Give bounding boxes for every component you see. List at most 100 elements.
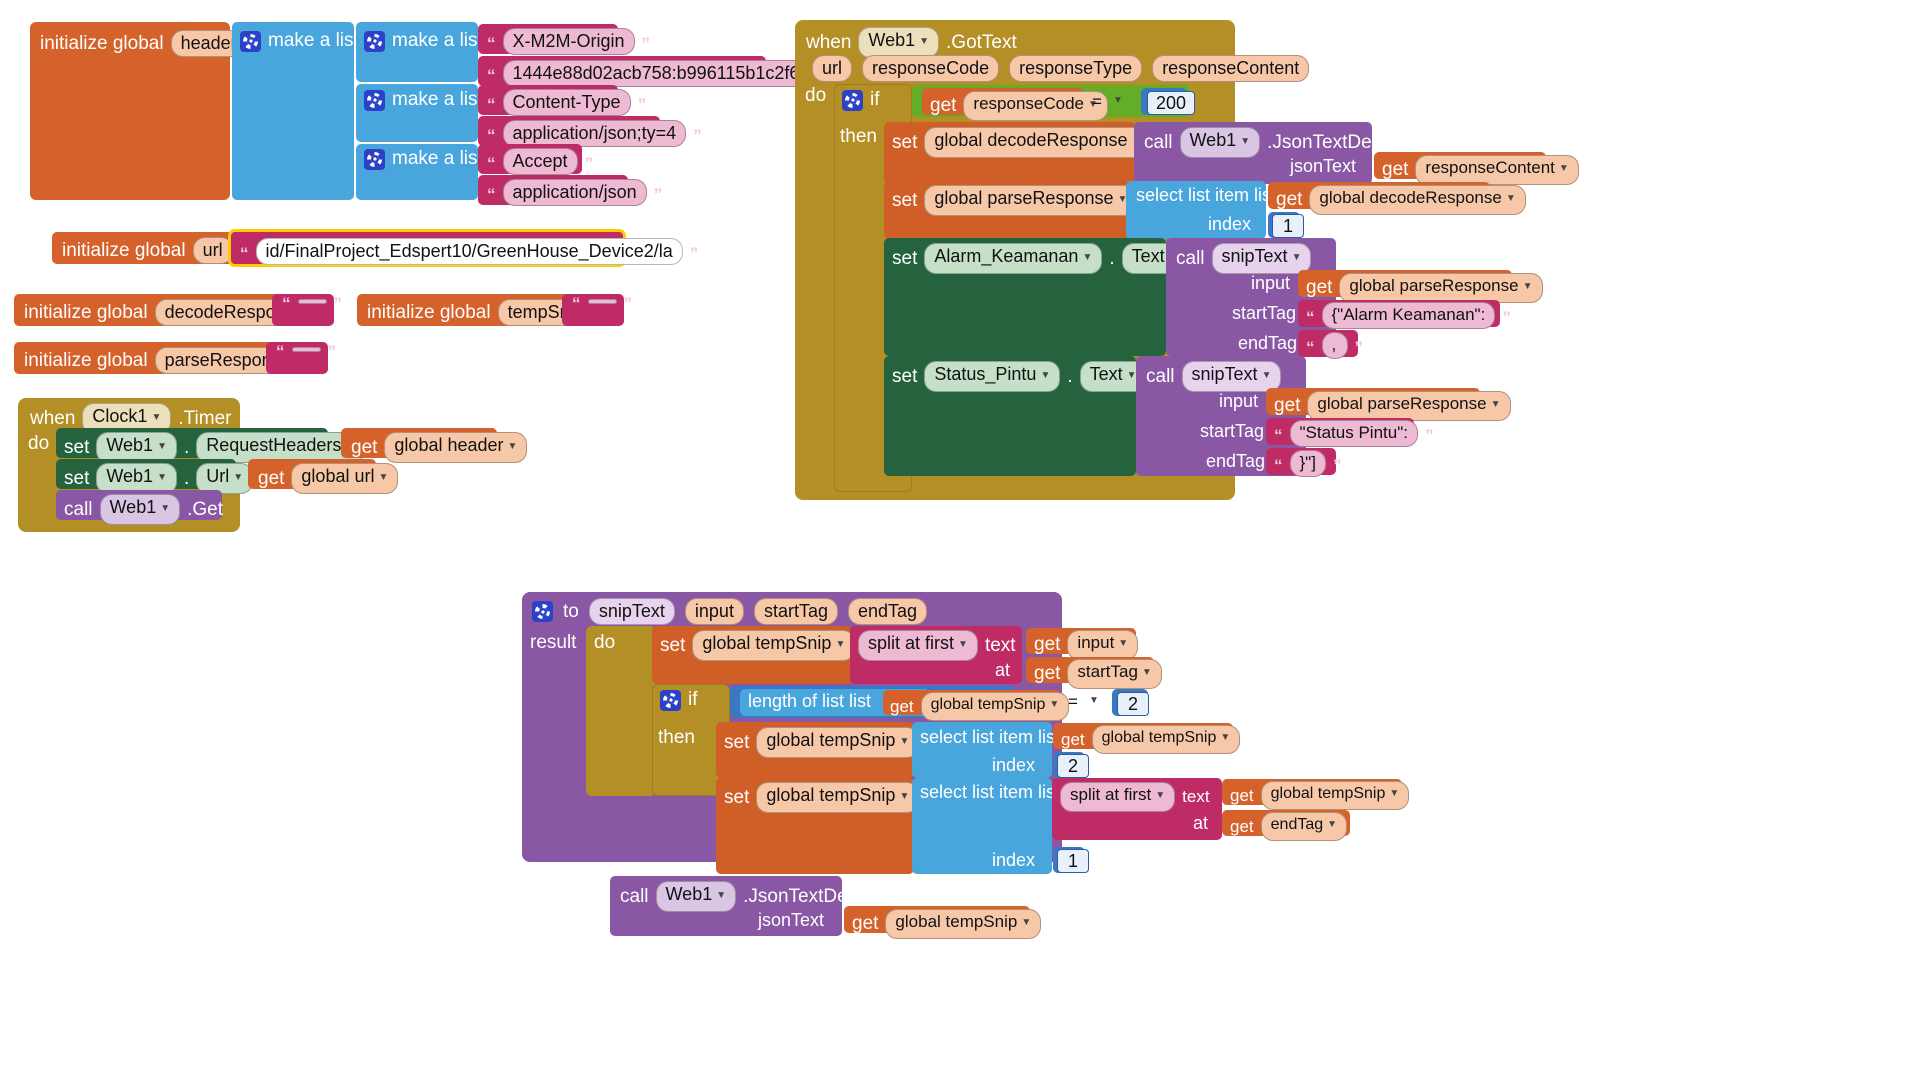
global-parseresponse-dropdown[interactable]: global parseResponse ▼: [1307, 391, 1511, 421]
mutator-gear-icon[interactable]: [532, 601, 553, 622]
initialize-global-label: initialize global: [62, 239, 186, 261]
text-value-tempsnip[interactable]: [587, 299, 617, 304]
global-name-url[interactable]: url: [192, 237, 233, 264]
chevron-down-icon: ▼: [1082, 252, 1093, 263]
text-value-decoderesponse[interactable]: [297, 299, 327, 304]
chevron-down-icon: ▼: [1040, 370, 1051, 381]
param-responsecontent[interactable]: responseContent: [1152, 55, 1310, 82]
text-value-origin-key[interactable]: 1444e88d02acb758:b996115b1c2f6f0f: [502, 60, 830, 87]
endtag-arg-label-2: endTag: [1206, 451, 1266, 471]
text-row-url-value: “ id/FinalProject_Edspert10/GreenHouse_D…: [240, 238, 698, 265]
text-value-application-json-ty[interactable]: application/json;ty=4: [502, 120, 687, 147]
global-tempsnip-dropdown[interactable]: global tempSnip ▼: [692, 630, 856, 661]
endtag-param-dropdown[interactable]: endTag ▼: [1260, 812, 1348, 841]
split-at-first-label: split at first: [868, 633, 955, 653]
inner-if-header-row: if: [660, 689, 698, 711]
mutator-gear-icon[interactable]: [364, 89, 385, 111]
global-tempsnip-label: global tempSnip: [766, 785, 896, 805]
mutator-gear-icon[interactable]: [842, 89, 863, 111]
number-200-value[interactable]: 200: [1147, 91, 1196, 115]
chevron-down-icon: ▼: [1505, 193, 1516, 204]
text-value-x-m2m-origin[interactable]: X-M2M-Origin: [502, 28, 635, 55]
inner-equals-operator-dropdown[interactable]: = ▼: [1068, 692, 1099, 712]
call-label: call: [620, 885, 649, 907]
proc-param-starttag[interactable]: startTag: [753, 598, 838, 625]
text-value-content-type[interactable]: Content-Type: [502, 89, 631, 116]
text-row-application-json: “ application/json ”: [487, 179, 662, 206]
number-index-2-value[interactable]: 2: [1057, 754, 1089, 778]
chevron-down-icon: ▼: [1155, 790, 1166, 801]
text-value-parseresponse[interactable]: [291, 347, 321, 352]
number-index-1-value[interactable]: 1: [1272, 214, 1304, 238]
web1-event-component-dropdown[interactable]: Web1 ▼: [858, 27, 940, 58]
status-pintu-component-dropdown[interactable]: Status_Pintu ▼: [924, 361, 1061, 392]
responsecode-dropdown[interactable]: responseCode ▼: [963, 91, 1108, 121]
sniptext-proc-label: snipText: [1221, 246, 1288, 266]
global-tempsnip-dropdown[interactable]: global tempSnip ▼: [1260, 781, 1410, 810]
length-of-list-label: length of list list: [748, 691, 872, 711]
timer-event-label: .Timer: [178, 407, 232, 429]
text-value-url[interactable]: id/FinalProject_Edspert10/GreenHouse_Dev…: [255, 238, 683, 265]
global-tempsnip-dropdown[interactable]: global tempSnip ▼: [1091, 725, 1241, 754]
split-at-first-dropdown[interactable]: split at first ▼: [1060, 782, 1176, 812]
split-at-first-dropdown[interactable]: split at first ▼: [858, 630, 978, 661]
text-value-status-endtag[interactable]: }"]: [1289, 450, 1326, 477]
sniptext-proc-dropdown[interactable]: snipText ▼: [1181, 361, 1282, 392]
get-global-parseresponse-row-2: get global parseResponse ▼: [1274, 391, 1511, 421]
web1-component-dropdown[interactable]: Web1 ▼: [655, 881, 737, 912]
set-alarm-keamanan-text-row: set Alarm_Keamanan▼ . Text▼ to: [892, 243, 1211, 274]
param-responsetype[interactable]: responseType: [1009, 55, 1143, 82]
init-global-url-row: initialize global url to: [62, 237, 255, 264]
input-param-dropdown[interactable]: input ▼: [1067, 630, 1139, 660]
responsecontent-dropdown[interactable]: responseContent ▼: [1415, 155, 1579, 185]
blocks-workspace[interactable]: initialize global header to make a list …: [0, 0, 1920, 1080]
get-label: get: [1276, 189, 1303, 210]
proc-param-input[interactable]: input: [684, 598, 744, 625]
global-decoderesponse-dropdown[interactable]: global decodeResponse▼: [1309, 185, 1526, 215]
set-label: set: [64, 436, 90, 458]
get-input-row: get input ▼: [1034, 630, 1139, 660]
dot-label: .: [1067, 365, 1073, 387]
global-parseresponse-dropdown[interactable]: global parseResponse ▼: [1339, 273, 1543, 303]
number-2-compare-value[interactable]: 2: [1117, 692, 1149, 716]
jsontext-arg-label-1: jsonText: [1290, 156, 1357, 176]
when-web1-gottext-header: when Web1 ▼ .GotText: [806, 27, 1017, 58]
equals-operator-dropdown[interactable]: = ▼: [1092, 92, 1123, 112]
set-global-decoderesponse-row: set global decodeResponse▼ to: [892, 127, 1174, 158]
proc-param-endtag[interactable]: endTag: [847, 598, 928, 625]
sniptext-procedure-header: to snipText input startTag endTag: [532, 598, 928, 625]
starttag-param-dropdown[interactable]: startTag ▼: [1067, 659, 1162, 689]
global-tempsnip-dropdown[interactable]: global tempSnip ▼: [920, 692, 1070, 721]
number-index-3-value[interactable]: 1: [1057, 849, 1089, 873]
chevron-down-icon: ▼: [899, 791, 910, 802]
text-value-alarm-endtag[interactable]: ,: [1321, 332, 1348, 359]
if-header-row: if: [842, 89, 880, 111]
param-responsecode[interactable]: responseCode: [862, 55, 1000, 82]
inner-make-a-list-label-3: make a list: [392, 148, 483, 169]
mutator-gear-icon[interactable]: [364, 148, 385, 170]
text-value-alarm-starttag[interactable]: {"Alarm Keamanan":: [1321, 302, 1496, 329]
text-row-origin-key: “ 1444e88d02acb758:b996115b1c2f6f0f ”: [487, 60, 845, 87]
global-header-dropdown[interactable]: global header ▼: [384, 432, 528, 463]
mutator-gear-icon[interactable]: [660, 689, 681, 711]
web1-component-dropdown[interactable]: Web1 ▼: [99, 494, 181, 525]
mutator-gear-icon[interactable]: [364, 30, 385, 52]
mutator-gear-icon[interactable]: [240, 30, 261, 52]
global-url-dropdown[interactable]: global url ▼: [291, 463, 399, 494]
global-decoderesponse-dropdown[interactable]: global decodeResponse▼: [924, 127, 1152, 158]
global-tempsnip-dropdown[interactable]: global tempSnip ▼: [756, 782, 920, 813]
global-tempsnip-dropdown[interactable]: global tempSnip ▼: [885, 909, 1042, 939]
sniptext-proc-dropdown[interactable]: snipText ▼: [1211, 243, 1312, 274]
call-label: call: [1146, 365, 1175, 387]
global-tempsnip-dropdown[interactable]: global tempSnip ▼: [756, 727, 920, 758]
web1-component-dropdown[interactable]: Web1 ▼: [1179, 127, 1261, 158]
text-value-status-starttag[interactable]: "Status Pintu":: [1289, 420, 1418, 447]
clock1-component-label: Clock1: [92, 406, 148, 426]
alarm-keamanan-component-label: Alarm_Keamanan: [934, 246, 1079, 266]
global-parseresponse-dropdown[interactable]: global parseResponse ▼: [924, 185, 1138, 216]
alarm-keamanan-component-dropdown[interactable]: Alarm_Keamanan ▼: [924, 243, 1103, 274]
text-value-application-json[interactable]: application/json: [502, 179, 647, 206]
text-value-accept[interactable]: Accept: [502, 148, 578, 175]
param-url[interactable]: url: [812, 55, 853, 82]
procedure-name-sniptext[interactable]: snipText: [588, 598, 675, 625]
